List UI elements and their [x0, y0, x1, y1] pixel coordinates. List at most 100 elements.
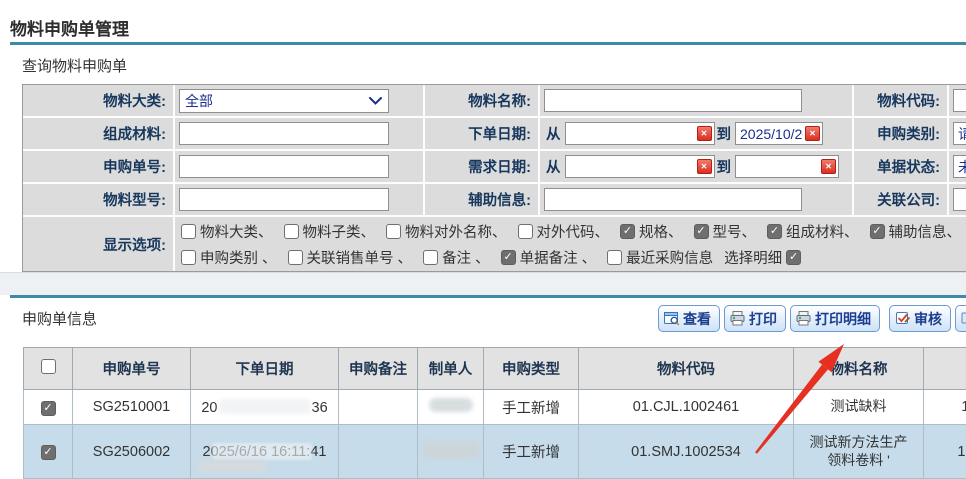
display-option-label: 物料对外名称、	[405, 221, 507, 242]
date-clear-icon[interactable]: ✕	[805, 126, 820, 141]
date-clear-icon[interactable]: ✕	[697, 126, 712, 141]
demand-date-label: 需求日期:	[425, 151, 538, 182]
display-option-label: 单据备注 、	[520, 247, 597, 268]
requisition-no-cell: SG2506002	[73, 425, 191, 479]
checkbox-checked[interactable]: ✓	[870, 224, 885, 239]
requisition-no-input[interactable]	[179, 155, 389, 178]
related-company-input[interactable]	[953, 188, 966, 211]
maker-cell	[418, 390, 484, 425]
material-code-cell	[949, 85, 966, 116]
column-header: 申购备注	[339, 348, 418, 390]
requisition-type-cell: 手工新增	[484, 390, 579, 425]
display-option: 物料子类、	[284, 221, 376, 242]
button-label: 打印	[749, 309, 777, 329]
doc-status-label: 单据状态:	[854, 151, 947, 182]
display-option: 选择明细✓	[724, 247, 801, 268]
view-icon	[664, 311, 680, 326]
column-header: 申购类型	[484, 348, 579, 390]
demand-date-from: ✕	[565, 155, 715, 178]
order-date-cell: 2025/6/16 16:11:41	[191, 425, 339, 479]
order-date-from-input[interactable]	[565, 122, 715, 145]
material-code-cell: 01.CJL.1002461	[579, 390, 794, 425]
checkbox-unchecked[interactable]	[386, 224, 401, 239]
panel-gap	[0, 272, 966, 295]
query-form: 物料大类: 全部 物料名称: 物料代码: 组成材料: 下单日期: 从	[22, 84, 966, 272]
doc-status-input[interactable]	[953, 155, 966, 178]
display-option: ✓ 单据备注 、	[501, 247, 597, 268]
related-company-label: 关联公司:	[854, 184, 947, 215]
display-option-label: 关联销售单号 、	[307, 247, 413, 268]
checkbox-unchecked[interactable]	[518, 224, 533, 239]
checkbox-unchecked[interactable]	[288, 250, 303, 265]
order-date-from: ✕	[565, 122, 715, 145]
chevron-down-icon	[369, 97, 382, 105]
date-clear-icon[interactable]: ✕	[821, 159, 836, 174]
requisition-type-label: 申购类别:	[854, 118, 947, 149]
demand-date-to: ✕	[735, 155, 839, 178]
aux-info-label: 辅助信息:	[425, 184, 538, 215]
display-option: 物料大类、	[181, 221, 273, 242]
checkbox-checked[interactable]: ✓	[694, 224, 709, 239]
material-code-input[interactable]	[953, 89, 966, 112]
column-header: 制单人	[418, 348, 484, 390]
order-date-label: 下单日期:	[425, 118, 538, 149]
order-date-cell: 2036	[191, 390, 339, 425]
checkbox-unchecked[interactable]	[181, 224, 196, 239]
select-value: 全部	[185, 91, 213, 111]
display-option: ✓ 规格、	[620, 221, 683, 242]
print2-icon	[796, 311, 812, 326]
row-checkbox[interactable]: ✓	[41, 445, 56, 460]
display-option: ✓辅助信息、	[870, 221, 962, 242]
audit-button[interactable]: 审核	[889, 305, 951, 332]
checkbox-unchecked[interactable]	[607, 250, 622, 265]
table-row[interactable]: ✓SG25060022025/6/16 16:11:41手工新增01.SMJ.1…	[24, 425, 966, 479]
remark-cell	[339, 425, 418, 479]
row-select-cell: ✓	[24, 390, 73, 425]
component-material-input[interactable]	[179, 122, 389, 145]
from-label: 从	[546, 123, 561, 144]
row-checkbox[interactable]: ✓	[41, 401, 56, 416]
extra-cell: 100	[924, 390, 966, 425]
info-panel: 申购单信息 查看打印打印明细审核编辑 申购单号下单日期申购备注制单人申购类型物料…	[10, 295, 966, 468]
button-label: 审核	[914, 309, 942, 329]
date-prefix: 20	[201, 400, 217, 416]
doc-status-cell	[949, 151, 966, 182]
display-option: 物料对外名称、	[386, 221, 507, 242]
checkbox-unchecked[interactable]	[284, 224, 299, 239]
display-option: ✓ 组成材料、	[767, 221, 859, 242]
display-option: 关联销售单号 、	[288, 247, 413, 268]
redaction-blur	[429, 398, 473, 412]
material-model-input[interactable]	[179, 188, 389, 211]
material-name-cell: 测试新方法生产 领料卷料 '	[794, 425, 924, 479]
display-option-label: 规格、	[639, 221, 683, 242]
aux-info-input[interactable]	[544, 188, 802, 211]
demand-date-from-input[interactable]	[565, 155, 715, 178]
checkbox-checked[interactable]: ✓	[786, 250, 801, 265]
checkbox-unchecked[interactable]	[423, 250, 438, 265]
checkbox-unchecked[interactable]	[181, 250, 196, 265]
print2-button[interactable]: 打印明细	[790, 305, 880, 332]
material-name-input[interactable]	[544, 89, 802, 112]
date-clear-icon[interactable]: ✕	[697, 159, 712, 174]
demand-date-cell: 从 ✕ 到 ✕	[540, 151, 852, 182]
checkbox-checked[interactable]: ✓	[501, 250, 516, 265]
redacted-date: 2025/6/16 16:11:41	[203, 444, 327, 460]
checkbox-checked[interactable]: ✓	[767, 224, 782, 239]
checkbox-checked[interactable]: ✓	[620, 224, 635, 239]
material-name-cell	[540, 85, 852, 116]
requisition-type-input[interactable]	[953, 122, 966, 145]
requisition-type-cell: 手工新增	[484, 425, 579, 479]
edit-button[interactable]: 编辑	[955, 305, 966, 332]
select-all-checkbox[interactable]	[41, 359, 56, 374]
display-option-label: 组成材料、	[786, 221, 859, 242]
extra-cell: 1000	[924, 425, 966, 479]
related-company-cell	[949, 184, 966, 215]
date-suffix: 36	[312, 400, 328, 416]
requisition-no-cell: SG2510001	[73, 390, 191, 425]
display-option: 对外代码、	[518, 221, 610, 242]
material-category-select[interactable]: 全部	[179, 89, 389, 113]
print-button[interactable]: 打印	[724, 305, 786, 332]
view-button[interactable]: 查看	[658, 305, 720, 332]
button-label: 查看	[683, 309, 711, 329]
table-row[interactable]: ✓SG25100012036手工新增01.CJL.1002461测试缺料100	[24, 390, 966, 425]
